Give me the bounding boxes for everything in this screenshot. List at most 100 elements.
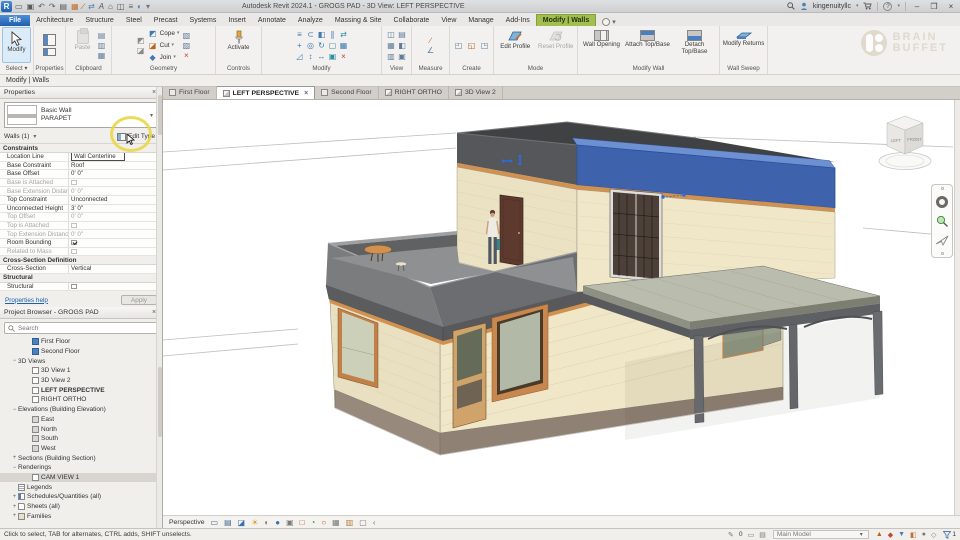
- property-row-location-line[interactable]: Location LineWall Centerline: [0, 153, 162, 162]
- property-value[interactable]: 0' 0": [71, 213, 83, 220]
- view-tab-3d-view-2[interactable]: 3D View 2: [449, 86, 503, 99]
- apply-button[interactable]: Apply: [121, 295, 157, 305]
- search-input[interactable]: [18, 325, 154, 332]
- trim-icon[interactable]: ▢: [328, 41, 338, 50]
- properties-scrollbar[interactable]: [156, 87, 162, 307]
- tree-item-north[interactable]: North: [0, 424, 162, 434]
- aligned-dimension-icon[interactable]: ⇄: [88, 2, 95, 11]
- save-icon[interactable]: ▣: [27, 2, 35, 11]
- tree-item-cam-view-1[interactable]: CAM VIEW 1: [0, 473, 162, 483]
- default-3d-view-icon[interactable]: ⌂: [108, 2, 113, 11]
- property-value-cell[interactable]: Roof: [68, 162, 162, 170]
- help-icon[interactable]: ?: [883, 2, 892, 11]
- tree-item-elevations-building-elevation[interactable]: −Elevations (Building Elevation): [0, 405, 162, 415]
- property-row-top-constraint[interactable]: Top ConstraintUnconnected: [0, 196, 162, 205]
- property-section-structural[interactable]: Structural▴: [0, 274, 162, 283]
- detach-top-base-button[interactable]: Detach Top/Base: [672, 27, 717, 63]
- property-value-cell[interactable]: Unconnected: [68, 196, 162, 204]
- tree-item-legends[interactable]: Legends: [0, 482, 162, 492]
- type-selector[interactable]: Basic Wall PARAPET ▾: [4, 102, 158, 128]
- property-value-cell[interactable]: Wall Centerline: [68, 153, 162, 161]
- property-row-base-extension-distance[interactable]: Base Extension Distance0' 0": [0, 187, 162, 196]
- cart-icon[interactable]: [863, 2, 872, 10]
- text-icon[interactable]: A: [99, 2, 104, 11]
- tree-item-schedules-quantities-all[interactable]: +Schedules/Quantities (all): [0, 492, 162, 502]
- visibility-icon[interactable]: ◐: [137, 2, 142, 11]
- tree-item-south[interactable]: South: [0, 434, 162, 444]
- property-section-constraints[interactable]: Constraints▴: [0, 144, 162, 153]
- view-f-icon[interactable]: ▣: [397, 52, 407, 61]
- wall-joins-icon[interactable]: ▧: [181, 31, 191, 40]
- revit-logo-icon[interactable]: R: [1, 1, 12, 12]
- tree-item-second-floor[interactable]: Second Floor: [0, 347, 162, 357]
- modify-menu-icon[interactable]: ▾: [602, 18, 616, 26]
- crop-region-icon[interactable]: □: [300, 518, 305, 527]
- account-caret-icon[interactable]: ▾: [856, 3, 859, 9]
- vcb-more-icon[interactable]: ‹: [373, 518, 376, 527]
- activate-dims-icon[interactable]: ▲: [876, 531, 883, 538]
- active-workset-select[interactable]: Main Model▾: [773, 530, 869, 539]
- panel-label-select[interactable]: Select ▾: [0, 64, 33, 74]
- temporary-hide-icon[interactable]: ◔: [310, 518, 315, 527]
- type-selector-caret-icon[interactable]: ▾: [150, 112, 155, 119]
- thin-lines-icon[interactable]: ≡: [128, 2, 133, 11]
- move-icon[interactable]: +: [295, 41, 305, 50]
- ribbon-tab-structure[interactable]: Structure: [79, 15, 119, 26]
- property-row-related-to-mass[interactable]: Related to Mass: [0, 248, 162, 257]
- browser-search-box[interactable]: [4, 322, 158, 334]
- property-value[interactable]: Unconnected: [71, 196, 107, 203]
- detail-level-icon[interactable]: ▤: [224, 518, 232, 527]
- temporary-view-icon[interactable]: ▦: [332, 518, 340, 527]
- tree-item-3d-views[interactable]: −3D Views: [0, 356, 162, 366]
- background-icon[interactable]: ◇: [931, 531, 936, 539]
- render-icon[interactable]: ●: [275, 518, 280, 527]
- property-row-cross-section[interactable]: Cross-SectionVertical: [0, 265, 162, 274]
- offset-icon[interactable]: ⊂: [306, 30, 316, 39]
- property-value-cell[interactable]: [68, 239, 162, 247]
- tree-item-renderings[interactable]: −Renderings: [0, 463, 162, 473]
- properties-palette-icon[interactable]: [43, 34, 56, 46]
- ribbon-tab-insert[interactable]: Insert: [222, 15, 252, 26]
- tree-item-3d-view-2[interactable]: 3D View 2: [0, 376, 162, 386]
- visual-style-icon[interactable]: ◪: [238, 518, 246, 527]
- ribbon-tab-annotate[interactable]: Annotate: [252, 15, 292, 26]
- property-value-cell[interactable]: [68, 222, 162, 230]
- sun-path-icon[interactable]: ☀: [251, 518, 258, 527]
- reveal-constraints-icon[interactable]: ▢: [359, 518, 367, 527]
- pinned-icon[interactable]: ◧: [910, 531, 917, 539]
- property-value[interactable]: 0' 0": [71, 170, 83, 177]
- tree-item-first-floor[interactable]: First Floor: [0, 337, 162, 347]
- shadows-icon[interactable]: ◐: [264, 518, 269, 527]
- array-icon[interactable]: ▦: [339, 41, 349, 50]
- delete-icon[interactable]: ×: [339, 52, 349, 61]
- property-row-top-is-attached[interactable]: Top is Attached: [0, 222, 162, 231]
- reset-profile-button[interactable]: Reset Profile: [537, 27, 576, 63]
- create-assembly-icon[interactable]: ◳: [480, 41, 490, 50]
- view-b-icon[interactable]: ▤: [397, 30, 407, 39]
- property-row-base-offset[interactable]: Base Offset0' 0": [0, 170, 162, 179]
- browser-scrollbar[interactable]: [156, 307, 162, 528]
- steering-wheel-icon[interactable]: [936, 196, 948, 208]
- print-icon[interactable]: ▤: [60, 2, 68, 11]
- property-row-base-is-attached[interactable]: Base is Attached: [0, 179, 162, 188]
- cut-geometry-icon[interactable]: ◩: [136, 36, 146, 45]
- attach-top-base-button[interactable]: Attach Top/Base: [625, 27, 670, 63]
- paste-match-icon[interactable]: ▦: [97, 51, 107, 60]
- view-a-icon[interactable]: ◫: [386, 30, 396, 39]
- cope-button[interactable]: ◩Cope▾: [148, 28, 180, 39]
- property-value-cell[interactable]: 3' 0": [68, 205, 162, 213]
- mirror-icon[interactable]: ◧: [317, 30, 327, 39]
- view-size-icon[interactable]: ▭: [211, 518, 219, 527]
- copy-clipboard-icon[interactable]: ▤: [97, 31, 107, 40]
- property-value-cell[interactable]: 0' 0": [68, 187, 162, 195]
- open-file-icon[interactable]: ▭: [15, 2, 23, 11]
- beam-joins-icon[interactable]: ▨: [181, 41, 191, 50]
- property-checkbox[interactable]: [71, 180, 77, 186]
- viewport-scrollbar[interactable]: [954, 100, 960, 515]
- modify-tool-button[interactable]: Modify: [2, 27, 31, 63]
- tree-item-sections-building-section[interactable]: +Sections (Building Section): [0, 453, 162, 463]
- property-value-cell[interactable]: 0' 0": [68, 213, 162, 221]
- workset-icon[interactable]: ▭: [748, 531, 755, 539]
- project-browser-header[interactable]: Project Browser - GROGS PAD ×: [0, 307, 162, 319]
- property-checkbox[interactable]: [71, 249, 77, 255]
